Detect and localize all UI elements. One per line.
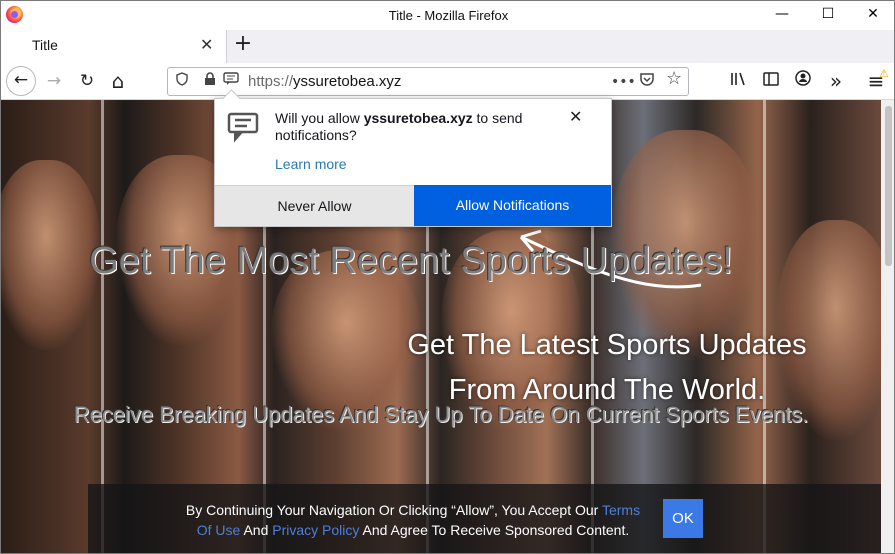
tab-active[interactable]: Title ✕: [1, 30, 227, 63]
reload-button[interactable]: ↻: [72, 66, 102, 96]
ok-button[interactable]: OK: [663, 499, 703, 538]
library-icon[interactable]: [723, 66, 753, 96]
overflow-menu-button[interactable]: »: [821, 66, 851, 96]
new-tab-button[interactable]: +: [230, 32, 256, 58]
page-subheadline: Get The Latest Sports Updates From Aroun…: [387, 323, 827, 413]
url-text[interactable]: https://yssuretobea.xyz: [248, 73, 401, 90]
forward-button[interactable]: →: [39, 66, 69, 96]
bookmark-star-icon[interactable]: ☆: [666, 69, 682, 89]
sidebar-icon[interactable]: [756, 66, 786, 96]
maximize-button[interactable]: ☐: [805, 1, 851, 30]
privacy-policy-link[interactable]: Privacy Policy: [272, 522, 359, 538]
subheadline-line-1: Get The Latest Sports Updates: [407, 329, 807, 361]
account-icon[interactable]: [789, 66, 819, 96]
firefox-window: Title - Mozilla Firefox — ☐ ✕ Title ✕ + …: [0, 0, 895, 554]
consent-banner: By Continuing Your Navigation Or Clickin…: [88, 484, 881, 553]
pocket-icon[interactable]: [639, 72, 655, 93]
warning-icon: ⚠: [879, 67, 889, 80]
tab-strip: Title ✕ +: [1, 30, 894, 63]
page-scrollbar[interactable]: [881, 100, 894, 553]
minimize-button[interactable]: —: [759, 1, 805, 30]
popup-message: Will you allow yssuretobea.xyz to send n…: [275, 110, 523, 143]
consent-text: By Continuing Your Navigation Or Clickin…: [185, 502, 641, 538]
learn-more-link[interactable]: Learn more: [275, 156, 347, 172]
tab-title: Title: [32, 37, 58, 53]
close-window-button[interactable]: ✕: [850, 1, 894, 30]
url-bar[interactable]: https://yssuretobea.xyz ••• ☆: [167, 67, 689, 96]
home-button[interactable]: ⌂: [103, 66, 133, 96]
popup-button-row: Never Allow Allow Notifications: [215, 185, 611, 226]
page-tagline: Receive Breaking Updates And Stay Up To …: [73, 402, 809, 427]
never-allow-button[interactable]: Never Allow: [215, 185, 414, 226]
navigation-toolbar: ← → ↻ ⌂ https://yssuretobea.xyz ••• ☆ » …: [1, 63, 894, 100]
page-actions-icon[interactable]: •••: [611, 72, 636, 92]
page-headline: Get The Most Recent Sports Updates!: [89, 240, 733, 282]
popup-close-icon[interactable]: ✕: [569, 107, 582, 126]
notification-message-icon: [227, 112, 259, 143]
lock-icon[interactable]: [204, 72, 216, 93]
allow-notifications-button[interactable]: Allow Notifications: [414, 185, 611, 226]
shield-icon[interactable]: [176, 72, 188, 93]
title-bar: Title - Mozilla Firefox — ☐ ✕: [1, 1, 894, 30]
scrollbar-thumb[interactable]: [885, 106, 892, 266]
back-button[interactable]: ←: [6, 66, 36, 96]
tab-close-icon[interactable]: ✕: [200, 35, 213, 54]
notification-permission-popup: Will you allow yssuretobea.xyz to send n…: [214, 98, 612, 227]
